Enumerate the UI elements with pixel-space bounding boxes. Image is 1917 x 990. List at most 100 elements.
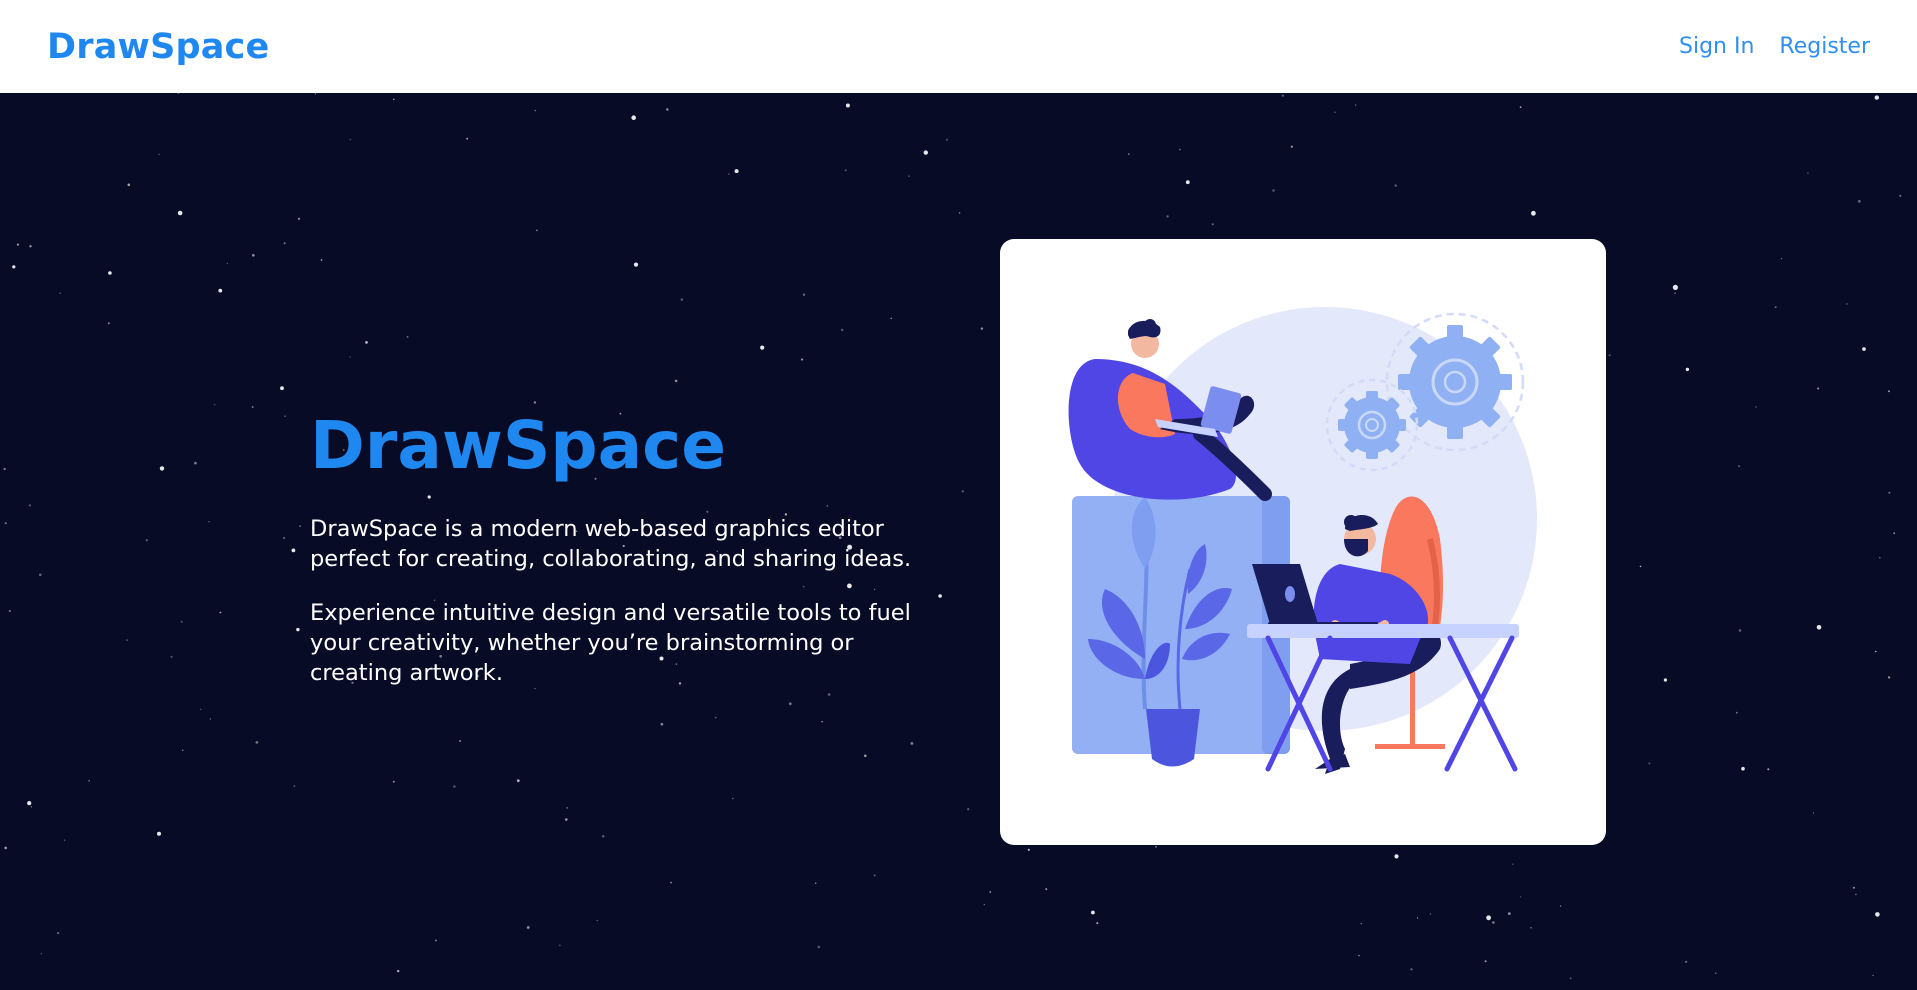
star [194, 461, 197, 465]
star [526, 926, 530, 929]
star [1887, 676, 1891, 679]
star [1569, 977, 1572, 980]
star [714, 716, 717, 719]
star [291, 548, 296, 553]
star [1027, 848, 1030, 851]
star [397, 969, 400, 973]
star [284, 415, 286, 418]
star [365, 341, 368, 344]
star [226, 262, 228, 264]
star [1358, 954, 1360, 957]
star [1755, 406, 1757, 408]
star [1738, 629, 1742, 632]
star [559, 944, 561, 946]
brand-logo-link[interactable]: DrawSpace [47, 27, 269, 67]
star [1520, 896, 1522, 898]
star [320, 259, 323, 261]
star [1874, 95, 1880, 100]
hero-copy: DrawSpace DrawSpace is a modern web-base… [310, 413, 920, 712]
star [40, 953, 43, 955]
star [1816, 625, 1822, 630]
star [392, 780, 395, 783]
star [200, 708, 202, 711]
star [980, 327, 984, 330]
starfield-background [3, 93, 1902, 980]
star [1429, 913, 1432, 915]
star [108, 271, 112, 275]
star [63, 839, 66, 841]
star [534, 109, 536, 112]
star [27, 801, 32, 806]
star [214, 404, 216, 406]
star [800, 358, 804, 361]
star [1741, 766, 1745, 771]
star [182, 749, 184, 751]
star [1812, 812, 1815, 814]
sign-in-link[interactable]: Sign In [1679, 34, 1754, 59]
star [16, 243, 19, 246]
star [4, 846, 7, 850]
star [180, 620, 183, 623]
star [516, 779, 520, 783]
star [158, 153, 160, 156]
star [314, 93, 317, 95]
star [218, 288, 223, 293]
star [844, 169, 847, 172]
star [1128, 153, 1130, 155]
star [536, 229, 538, 232]
star [29, 245, 32, 248]
star [1875, 912, 1880, 917]
star [728, 173, 730, 175]
hero-title: DrawSpace [310, 407, 727, 484]
star [293, 785, 296, 788]
star [1879, 556, 1881, 559]
star [631, 115, 636, 120]
star [633, 262, 639, 267]
hero-section: DrawSpace DrawSpace is a modern web-base… [0, 93, 1917, 990]
star [910, 742, 914, 745]
star [28, 504, 31, 507]
star [177, 210, 183, 216]
star [1507, 912, 1511, 915]
large-gear-icon [1385, 312, 1525, 452]
star [1855, 893, 1857, 896]
star [1045, 888, 1048, 891]
star [299, 525, 301, 527]
register-link[interactable]: Register [1779, 34, 1870, 59]
star [1807, 172, 1809, 174]
star [841, 328, 844, 332]
star [8, 609, 11, 613]
star [3, 467, 6, 471]
star [1272, 189, 1275, 192]
star [252, 254, 255, 257]
star [283, 537, 285, 539]
star [821, 721, 823, 723]
star [1531, 210, 1536, 216]
star [1767, 768, 1770, 771]
star [88, 780, 90, 782]
star [817, 945, 821, 949]
star [989, 891, 992, 893]
star [39, 573, 42, 577]
star [107, 322, 110, 325]
star [56, 931, 60, 935]
star [466, 137, 469, 140]
star [958, 212, 961, 214]
star [459, 740, 461, 742]
star [1096, 922, 1099, 925]
star [1486, 915, 1491, 921]
star [30, 806, 32, 808]
star [923, 150, 928, 155]
star [596, 919, 598, 922]
star [961, 490, 964, 493]
star [1674, 292, 1676, 294]
star [602, 835, 605, 838]
star [1091, 910, 1095, 915]
star [1179, 148, 1181, 151]
star [1735, 711, 1738, 714]
star [1888, 491, 1891, 494]
star [12, 265, 16, 269]
star [296, 627, 300, 632]
star [1648, 762, 1651, 765]
star [734, 169, 739, 174]
